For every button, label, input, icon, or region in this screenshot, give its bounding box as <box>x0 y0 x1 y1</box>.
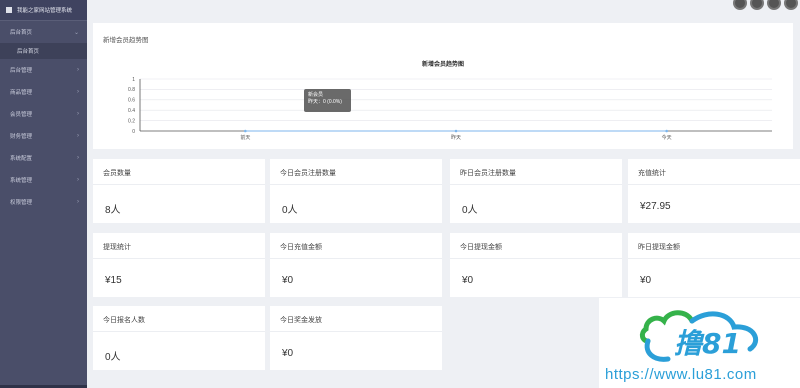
logo-icon <box>6 7 12 13</box>
stat-card-member-count: 会员数量 8人 <box>93 159 265 223</box>
sidebar-item-label: 商品管理 <box>10 90 33 96</box>
card-label: 充值统计 <box>638 170 666 177</box>
stat-card-today-signups: 今日报名人数 0人 <box>93 306 265 370</box>
card-label: 今日会员注册数量 <box>280 170 336 177</box>
app-title: 我能之家网站管理系统 <box>17 8 73 14</box>
chevron-right-icon: › <box>77 177 79 183</box>
card-divider <box>628 184 800 185</box>
card-divider <box>270 184 442 185</box>
card-label: 昨日提现金额 <box>638 244 680 251</box>
control-icon[interactable] <box>750 0 764 10</box>
y-tick-label: 0.4 <box>128 108 135 114</box>
sidebar-item-permissions[interactable]: 权限管理 › <box>0 191 87 213</box>
chevron-right-icon: › <box>77 89 79 95</box>
sidebar-item-label: 权限管理 <box>10 200 33 206</box>
sidebar-item-label: 后台首页 <box>17 49 40 55</box>
card-value: ¥0 <box>282 348 294 359</box>
chevron-right-icon: › <box>77 111 79 117</box>
top-bar <box>87 0 800 18</box>
control-icon[interactable] <box>784 0 798 10</box>
sidebar-item-members[interactable]: 会员管理 › <box>0 103 87 125</box>
card-label: 今日奖金发放 <box>280 317 322 324</box>
chevron-right-icon: › <box>77 133 79 139</box>
x-tick-label: 今天 <box>662 134 672 141</box>
card-divider <box>270 331 442 332</box>
chevron-right-icon: › <box>77 67 79 73</box>
card-label: 会员数量 <box>103 170 131 177</box>
data-point[interactable] <box>244 129 247 133</box>
card-divider <box>93 258 265 259</box>
data-point[interactable] <box>665 129 668 133</box>
sidebar-item-admin[interactable]: 后台管理 › <box>0 59 87 81</box>
card-divider <box>93 331 265 332</box>
watermark-logo-text: 撸81 <box>674 327 741 360</box>
card-value: ¥0 <box>462 275 474 286</box>
watermark: 撸81 https://www.lu81.com <box>599 298 800 388</box>
chart-tooltip: 新会员 昨天：0 (0.0%) <box>304 89 351 112</box>
card-value: 8人 <box>105 205 121 216</box>
stat-card-recharge-total: 充值统计 ¥27.95 <box>628 159 800 223</box>
sidebar-subitem-home[interactable]: 后台首页 <box>0 43 87 59</box>
sidebar: 我能之家网站管理系统 后台首页 ⌄ 后台首页 后台管理 › 商品管理 › 会员管… <box>0 0 87 388</box>
card-divider <box>450 184 622 185</box>
data-point[interactable] <box>454 129 458 133</box>
x-tick-label: 昨天 <box>451 134 461 141</box>
stat-card-today-registrations: 今日会员注册数量 0人 <box>270 159 442 223</box>
sidebar-item-products[interactable]: 商品管理 › <box>0 81 87 103</box>
card-divider <box>628 258 800 259</box>
card-value: ¥0 <box>640 275 652 286</box>
x-tick-label: 前天 <box>240 134 250 141</box>
card-value: 0人 <box>282 205 298 216</box>
member-trend-chart[interactable]: 0 0.2 0.4 0.6 0.8 1 前天 昨天 今天 <box>93 23 793 149</box>
card-label: 提现统计 <box>103 244 131 251</box>
card-label: 昨日会员注册数量 <box>460 170 516 177</box>
chevron-right-icon: › <box>77 155 79 161</box>
card-divider <box>93 184 265 185</box>
chevron-down-icon: ⌄ <box>73 29 79 36</box>
sidebar-item-system[interactable]: 系统管理 › <box>0 169 87 191</box>
card-value: ¥27.95 <box>640 201 671 212</box>
control-icon[interactable] <box>767 0 781 10</box>
chevron-right-icon: › <box>77 199 79 205</box>
sidebar-item-label: 系统配置 <box>10 156 33 162</box>
tooltip-title: 新会员 <box>308 92 324 98</box>
stat-card-withdraw-total: 提现统计 ¥15 <box>93 233 265 297</box>
stat-card-today-withdraw: 今日提现金额 ¥0 <box>450 233 622 297</box>
tooltip-text: 昨天：0 (0.0%) <box>308 99 342 105</box>
card-value: ¥15 <box>105 275 122 286</box>
sidebar-item-label: 系统管理 <box>10 178 33 184</box>
card-divider <box>450 258 622 259</box>
card-divider <box>270 258 442 259</box>
stat-card-today-bonus: 今日奖金发放 ¥0 <box>270 306 442 370</box>
sidebar-item-label: 财务管理 <box>10 134 33 140</box>
y-tick-label: 0 <box>132 129 135 135</box>
card-label: 今日充值金额 <box>280 244 322 251</box>
sidebar-item-home[interactable]: 后台首页 ⌄ <box>0 21 87 43</box>
y-tick-label: 0.2 <box>128 118 135 124</box>
card-value: 0人 <box>105 352 121 363</box>
y-tick-label: 0.8 <box>128 87 135 93</box>
control-icon[interactable] <box>733 0 747 10</box>
watermark-url: https://www.lu81.com <box>605 366 757 383</box>
card-label: 今日提现金额 <box>460 244 502 251</box>
window-controls <box>733 0 798 10</box>
sidebar-item-finance[interactable]: 财务管理 › <box>0 125 87 147</box>
stat-card-yesterday-registrations: 昨日会员注册数量 0人 <box>450 159 622 223</box>
app-brand[interactable]: 我能之家网站管理系统 <box>0 0 87 21</box>
card-label: 今日报名人数 <box>103 317 145 324</box>
y-tick-label: 0.6 <box>128 98 135 104</box>
stat-card-today-recharge: 今日充值金额 ¥0 <box>270 233 442 297</box>
sidebar-item-config[interactable]: 系统配置 › <box>0 147 87 169</box>
member-trend-panel: 新增会员趋势图 新增会员趋势图 0 0.2 0.4 0.6 0.8 1 前天 昨天 今天 新会员… <box>93 23 793 149</box>
watermark-logo-icon: 撸81 <box>639 310 758 362</box>
sidebar-item-label: 会员管理 <box>10 112 33 118</box>
stat-card-yesterday-withdraw: 昨日提现金额 ¥0 <box>628 233 800 297</box>
card-value: ¥0 <box>282 275 294 286</box>
sidebar-item-label: 后台管理 <box>10 68 33 74</box>
card-value: 0人 <box>462 205 478 216</box>
y-tick-label: 1 <box>132 77 135 83</box>
sidebar-item-label: 后台首页 <box>10 30 33 36</box>
